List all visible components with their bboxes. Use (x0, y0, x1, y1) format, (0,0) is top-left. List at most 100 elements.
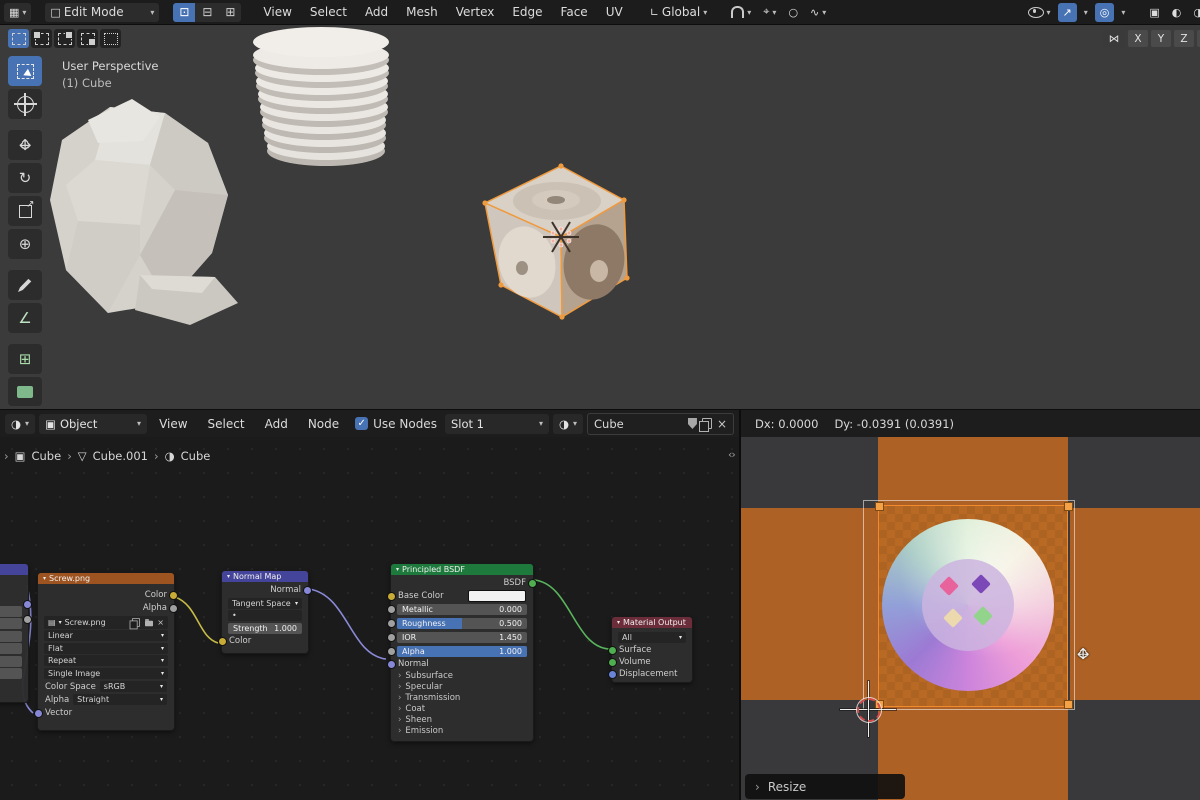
snap-target-dropdown[interactable]: ⌖ ▾ (758, 3, 781, 22)
interpolation-dropdown[interactable]: Linear ▾ (44, 630, 168, 641)
region-join-widget[interactable]: ‹› (728, 448, 735, 461)
shading-material-button[interactable]: ◑ (1188, 3, 1200, 22)
proportional-edit-button[interactable]: ○ (783, 3, 803, 22)
socket-displacement-input[interactable] (608, 670, 617, 679)
node-mapping-partial[interactable] (0, 563, 29, 703)
tool-rotate[interactable]: ↻ (8, 163, 42, 193)
tool-move[interactable]: ↔↕ (8, 130, 42, 160)
axis-z-button[interactable]: Z (1174, 30, 1194, 47)
mode-dropdown[interactable]: □ Edit Mode ▾ (45, 3, 159, 22)
menu-view[interactable]: View (255, 0, 299, 25)
fake-user-icon[interactable] (688, 418, 697, 429)
menu-uv[interactable]: UV (598, 0, 631, 25)
metallic-slider[interactable]: Metallic 0.000 (397, 604, 527, 615)
overlays-toggle[interactable]: ◎ (1095, 3, 1115, 22)
menu-view[interactable]: View (151, 411, 195, 436)
socket-surface-input[interactable] (608, 646, 617, 655)
section-specular[interactable]: ›Specular (391, 681, 533, 692)
select-subtract-button[interactable] (54, 29, 75, 48)
tool-scale[interactable]: ↗ (8, 196, 42, 226)
socket-alpha-output[interactable] (169, 604, 178, 613)
collapse-icon[interactable]: ▾ (617, 619, 620, 626)
editor-type-button[interactable]: ▦ ▾ (4, 3, 31, 22)
socket-normal-output[interactable] (303, 586, 312, 595)
face-select-button[interactable]: ⊞ (219, 3, 241, 22)
ior-slider[interactable]: IOR 1.450 (397, 632, 527, 643)
socket-roughness-input[interactable] (387, 619, 396, 628)
selection-handle-tr[interactable] (1064, 502, 1073, 511)
unlink-icon[interactable]: × (717, 417, 727, 431)
target-dropdown[interactable]: All ▾ (618, 632, 686, 643)
select-intersect-button[interactable] (100, 29, 121, 48)
operator-panel-resize[interactable]: › Resize (745, 774, 905, 799)
section-subsurface[interactable]: ›Subsurface (391, 670, 533, 681)
xray-toggle[interactable]: ▣ (1144, 3, 1164, 22)
select-invert-button[interactable] (77, 29, 98, 48)
axis-y-button[interactable]: Y (1151, 30, 1171, 47)
extension-dropdown[interactable]: Repeat ▾ (44, 655, 168, 666)
menu-node[interactable]: Node (300, 411, 347, 436)
color-space-dropdown[interactable]: sRGB ▾ (100, 681, 167, 692)
material-name-field[interactable]: Cube × (587, 413, 734, 435)
socket-color-input[interactable] (218, 637, 227, 646)
menu-mesh[interactable]: Mesh (398, 0, 446, 25)
projection-dropdown[interactable]: Flat ▾ (44, 643, 168, 654)
socket-alpha-input[interactable] (387, 647, 396, 656)
transform-orientation-dropdown[interactable]: ∟ Global ▾ (645, 3, 713, 22)
tool-select-box[interactable] (8, 56, 42, 86)
selection-handle-br[interactable] (1064, 700, 1073, 709)
socket-volume-input[interactable] (608, 658, 617, 667)
collapse-icon[interactable]: ▾ (227, 573, 230, 580)
image-datablock-field[interactable]: ▤ ▾ Screw.png × (44, 616, 168, 629)
uv-face-right[interactable] (1070, 508, 1200, 700)
space-dropdown[interactable]: Tangent Space ▾ (228, 598, 302, 609)
uv-face-bottom[interactable] (878, 702, 1068, 800)
collapse-icon[interactable]: ▾ (396, 566, 399, 573)
section-coat[interactable]: ›Coat (391, 703, 533, 714)
uv-map-dropdown[interactable]: • (228, 610, 302, 621)
mirror-button[interactable]: ⋈ (1103, 30, 1125, 47)
shader-type-dropdown[interactable]: ▣ Object ▾ (39, 414, 147, 434)
node-principled-bsdf[interactable]: ▾ Principled BSDF BSDF Base Color Metall… (390, 563, 534, 742)
socket-bsdf-output[interactable] (528, 579, 537, 588)
socket-ior-input[interactable] (387, 633, 396, 642)
snap-toggle-button[interactable]: ▾ (726, 3, 756, 22)
show-object-types-dropdown[interactable]: ▾ (1023, 3, 1056, 22)
socket-color-output[interactable] (169, 591, 178, 600)
breadcrumb-object[interactable]: Cube (31, 449, 61, 463)
node-normal-map[interactable]: ▾ Normal Map Normal Tangent Space ▾ • St… (221, 570, 309, 654)
uv-face-left[interactable] (741, 508, 878, 700)
socket-vector-input[interactable] (34, 709, 43, 718)
vertex-select-button[interactable]: ⊡ (173, 3, 195, 22)
copy-image-icon[interactable] (132, 618, 140, 627)
overlays-dropdown[interactable]: ▾ (1116, 3, 1130, 22)
alpha-mode-dropdown[interactable]: Straight ▾ (73, 694, 167, 705)
section-sheen[interactable]: ›Sheen (391, 714, 533, 725)
base-color-swatch[interactable] (468, 590, 526, 602)
selection-handle-tl[interactable] (875, 502, 884, 511)
shading-solid-button[interactable]: ◐ (1167, 3, 1187, 22)
menu-select[interactable]: Select (200, 411, 253, 436)
editor-type-button[interactable]: ◑ ▾ (5, 414, 35, 434)
breadcrumb-material[interactable]: Cube.001 (93, 449, 148, 463)
menu-select[interactable]: Select (302, 0, 355, 25)
section-emission[interactable]: ›Emission (391, 725, 533, 736)
socket-output[interactable] (23, 615, 32, 624)
source-dropdown[interactable]: Single Image ▾ (44, 668, 168, 679)
menu-face[interactable]: Face (553, 0, 596, 25)
uv-face-top[interactable] (878, 437, 1068, 505)
uv-image-canvas[interactable]: ↔↕ › Resize (741, 437, 1200, 800)
tool-extrude[interactable] (8, 377, 42, 406)
shader-node-canvas[interactable]: › ▣ Cube › ▽ Cube.001 › ◑ Cube (0, 437, 739, 800)
menu-edge[interactable]: Edge (504, 0, 550, 25)
copy-material-icon[interactable] (702, 418, 712, 429)
open-image-icon[interactable] (145, 620, 153, 626)
gizmos-toggle[interactable]: ↗ (1058, 3, 1077, 22)
node-image-texture[interactable]: ▾ Screw.png Color Alpha ▤ ▾ Screw.png (37, 572, 175, 731)
tool-measure[interactable]: ∠ (8, 303, 42, 333)
roughness-slider[interactable]: Roughness 0.500 (397, 618, 527, 629)
node-material-output[interactable]: ▾ Material Output All ▾ Surface Volume (611, 616, 693, 683)
section-transmission[interactable]: ›Transmission (391, 692, 533, 703)
menu-add[interactable]: Add (257, 411, 296, 436)
socket-metallic-input[interactable] (387, 605, 396, 614)
